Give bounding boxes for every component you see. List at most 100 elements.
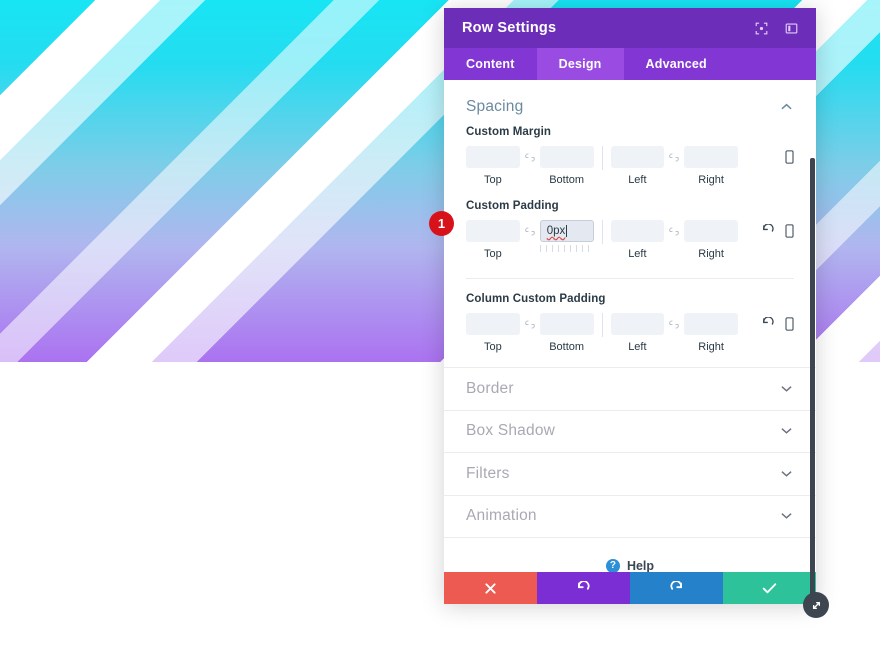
divider <box>466 278 794 279</box>
column-padding-top-input[interactable] <box>466 313 520 335</box>
chevron-up-icon[interactable] <box>778 101 794 113</box>
fullscreen-icon[interactable] <box>750 17 772 39</box>
cell-label-top: Top <box>484 174 502 186</box>
column-padding-bottom-input[interactable] <box>539 313 594 335</box>
save-button[interactable] <box>723 572 816 604</box>
divider <box>601 313 603 337</box>
cell-label-left: Left <box>628 341 647 353</box>
modal-tab-bar: Content Design Advanced <box>444 48 816 80</box>
pair-left-right: Left Right <box>610 313 738 353</box>
section-spacing-header[interactable]: Spacing <box>466 80 794 126</box>
section-filters[interactable]: Filters <box>444 452 816 495</box>
reset-icon[interactable] <box>761 222 775 240</box>
padding-bottom-slider[interactable] <box>539 245 594 253</box>
padding-left-input[interactable] <box>610 220 665 242</box>
section-filters-title: Filters <box>466 464 510 482</box>
chevron-down-icon[interactable] <box>778 383 794 395</box>
cell-padding-bottom: 0px <box>539 220 594 253</box>
section-border[interactable]: Border <box>444 367 816 410</box>
mobile-icon[interactable] <box>785 315 794 333</box>
modal-footer <box>444 572 816 604</box>
link-icon[interactable] <box>520 220 540 242</box>
help-icon: ? <box>605 559 620 572</box>
chevron-down-icon[interactable] <box>778 468 794 480</box>
margin-right-input[interactable] <box>684 146 738 168</box>
cell-col-padding-bottom: Bottom <box>539 313 594 353</box>
cell-label-top: Top <box>484 341 502 353</box>
field-group-custom-margin: Custom Margin Top Bottom Left Right <box>466 126 794 186</box>
mobile-icon[interactable] <box>785 148 794 166</box>
cell-label-bottom: Bottom <box>549 341 585 353</box>
cell-label-right: Right <box>698 248 724 260</box>
padding-top-input[interactable] <box>466 220 520 242</box>
cell-margin-bottom: Bottom <box>539 146 594 186</box>
link-icon[interactable] <box>664 146 684 168</box>
redo-button[interactable] <box>630 572 723 604</box>
tab-design[interactable]: Design <box>536 48 624 80</box>
field-group-column-custom-padding: Column Custom Padding Top Bottom Left Ri… <box>466 293 794 353</box>
margin-top-input[interactable] <box>466 146 520 168</box>
page-title: Row Settings <box>462 20 557 36</box>
cell-margin-left: Left <box>610 146 665 186</box>
padding-right-input[interactable] <box>684 220 738 242</box>
tab-content[interactable]: Content <box>444 48 537 80</box>
resize-handle[interactable] <box>803 592 829 618</box>
cell-label-bottom: Bottom <box>549 174 585 186</box>
link-icon[interactable] <box>520 313 540 335</box>
cell-label-left: Left <box>628 248 647 260</box>
pair-left-right: Left Right <box>610 146 738 186</box>
cell-label-right: Right <box>698 341 724 353</box>
layout-panel-icon[interactable] <box>780 17 802 39</box>
modal-header: Row Settings <box>444 8 816 48</box>
cell-margin-right: Right <box>684 146 738 186</box>
cell-col-padding-right: Right <box>684 313 738 353</box>
modal-scrollbar-thumb[interactable] <box>810 158 815 595</box>
chevron-down-icon[interactable] <box>778 425 794 437</box>
link-icon[interactable] <box>520 146 540 168</box>
row-settings-modal: Row Settings Content Design Advanced Spa… <box>444 8 816 604</box>
column-padding-left-input[interactable] <box>610 313 665 335</box>
trailing-controls-margin <box>738 146 794 166</box>
reset-icon[interactable] <box>761 315 775 333</box>
padding-bottom-value: 0px <box>546 225 566 237</box>
divider <box>601 146 603 170</box>
field-label-custom-padding: Custom Padding <box>466 200 559 212</box>
chevron-down-icon[interactable] <box>778 510 794 522</box>
cell-label-right: Right <box>698 174 724 186</box>
text-caret <box>566 225 568 237</box>
section-box-shadow[interactable]: Box Shadow <box>444 409 816 453</box>
pair-top-bottom: Top Bottom <box>466 313 594 353</box>
cell-col-padding-top: Top <box>466 313 520 353</box>
cell-margin-top: Top <box>466 146 520 186</box>
link-icon[interactable] <box>664 313 684 335</box>
help-row[interactable]: ? Help <box>444 537 816 572</box>
section-spacing-title: Spacing <box>466 98 524 115</box>
section-spacing: Spacing Custom Margin Top Bottom Left Ri… <box>444 80 816 353</box>
quad-row-column-custom-padding: Top Bottom Left Right <box>466 313 794 353</box>
field-group-custom-padding: Custom Padding Top 0px Left Right <box>466 200 794 264</box>
tab-advanced[interactable]: Advanced <box>624 48 729 80</box>
margin-left-input[interactable] <box>610 146 665 168</box>
quad-row-custom-padding: Top 0px Left Right <box>466 220 794 260</box>
margin-bottom-input[interactable] <box>539 146 594 168</box>
pair-left-right: Left Right <box>610 220 738 260</box>
pair-top-bottom: Top Bottom <box>466 146 594 186</box>
link-icon[interactable] <box>664 220 684 242</box>
padding-bottom-input[interactable]: 0px <box>539 220 594 242</box>
trailing-controls-padding <box>738 220 794 240</box>
quad-row-custom-margin: Top Bottom Left Right <box>466 146 794 186</box>
section-border-title: Border <box>466 379 514 397</box>
cancel-button[interactable] <box>444 572 537 604</box>
cell-padding-right: Right <box>684 220 738 260</box>
cell-label-left: Left <box>628 174 647 186</box>
section-animation-title: Animation <box>466 507 537 525</box>
modal-body: Spacing Custom Margin Top Bottom Left Ri… <box>444 80 816 572</box>
section-animation[interactable]: Animation <box>444 494 816 538</box>
help-label: Help <box>626 559 655 572</box>
mobile-icon[interactable] <box>785 222 794 240</box>
trailing-controls-column-padding <box>738 313 794 333</box>
column-padding-right-input[interactable] <box>684 313 738 335</box>
field-label-custom-margin: Custom Margin <box>466 126 551 138</box>
undo-button[interactable] <box>537 572 630 604</box>
cell-padding-top: Top <box>466 220 520 260</box>
